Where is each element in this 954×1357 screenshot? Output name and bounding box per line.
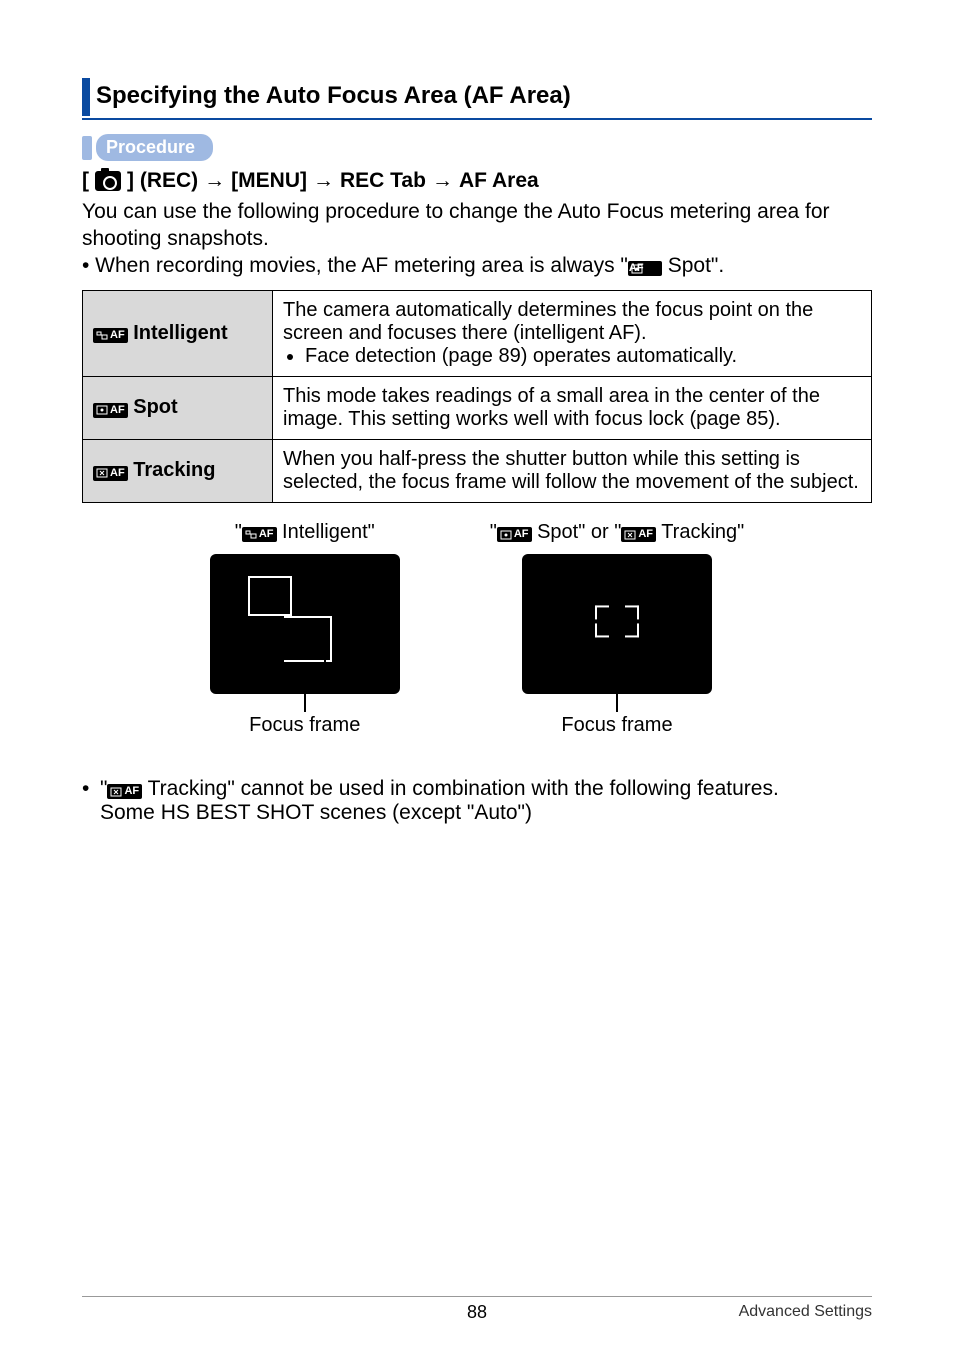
breadcrumb-step3: REC Tab	[340, 169, 426, 193]
preview-spot-screen	[522, 554, 712, 694]
breadcrumb-step1-suffix: ] (REC)	[127, 169, 198, 193]
camera-icon	[95, 171, 121, 191]
row-intelligent-label: AF Intelligent	[83, 290, 273, 376]
row-tracking-text: Tracking	[133, 459, 215, 481]
row-tracking-desc: When you half-press the shutter button w…	[273, 439, 872, 502]
focus-box-icon	[248, 576, 292, 616]
intro-bullet-pre: • When recording movies, the AF metering…	[82, 254, 628, 277]
table-row: AF Spot This mode takes readings of a sm…	[83, 376, 872, 439]
callout-line	[324, 658, 326, 666]
arrow-icon: →	[313, 169, 334, 193]
af-intelligent-icon: AF	[242, 527, 277, 542]
af-spot-icon: AF	[497, 527, 532, 542]
row-intelligent-desc-bullet: Face detection (page 89) operates automa…	[305, 345, 861, 368]
preview-right-mid: Spot" or "	[532, 521, 622, 543]
preview-caption: Focus frame	[210, 714, 400, 737]
footer-divider	[82, 1296, 872, 1297]
callout-line	[304, 664, 306, 712]
af-tracking-icon: AF	[93, 466, 128, 481]
section-title: Specifying the Auto Focus Area (AF Area)	[96, 78, 872, 116]
preview-left-post: Intelligent"	[277, 521, 375, 543]
focus-box-icon	[282, 616, 332, 662]
preview-right-post: Tracking"	[656, 521, 744, 543]
breadcrumb: [ ] (REC) → [MENU] → REC Tab → AF Area	[82, 169, 872, 193]
intro-text: You can use the following procedure to c…	[82, 199, 872, 253]
arrow-icon: →	[204, 169, 225, 193]
preview-left-pre: "	[235, 521, 242, 543]
arrow-icon: →	[432, 169, 453, 193]
breadcrumb-step2: [MENU]	[231, 169, 307, 193]
bullet-icon: •	[82, 777, 100, 825]
af-spot-icon: AF	[628, 261, 662, 276]
row-spot-label: AF Spot	[83, 376, 273, 439]
row-intelligent-text: Intelligent	[133, 322, 227, 344]
note-pre: "	[100, 777, 107, 800]
preview-intelligent-label: "AF Intelligent"	[210, 521, 400, 544]
table-row: AF Intelligent The camera automatically …	[83, 290, 872, 376]
footer-section-name: Advanced Settings	[739, 1303, 872, 1321]
preview-spot-label: "AF Spot" or "AF Tracking"	[490, 521, 745, 544]
intro-bullet-mid: Spot".	[662, 254, 724, 277]
procedure-label: Procedure	[96, 134, 213, 161]
intro-bullet: • When recording movies, the AF metering…	[82, 253, 872, 280]
note-post: Tracking" cannot be used in combination …	[142, 777, 779, 800]
preview-caption: Focus frame	[490, 714, 745, 737]
row-intelligent-desc-line: The camera automatically determines the …	[283, 299, 813, 344]
page-number: 88	[467, 1302, 487, 1323]
section-accent-bar	[82, 78, 90, 116]
row-spot-desc: This mode takes readings of a small area…	[273, 376, 872, 439]
page-footer: 88 Advanced Settings	[0, 1296, 954, 1321]
table-row: AF Tracking When you half-press the shut…	[83, 439, 872, 502]
callout-line	[616, 644, 618, 712]
row-intelligent-desc: The camera automatically determines the …	[273, 290, 872, 376]
af-tracking-icon: AF	[107, 784, 142, 799]
note-line2: Some HS BEST SHOT scenes (except "Auto")	[100, 801, 532, 824]
callout-line	[282, 616, 284, 666]
note-block: • "AF Tracking" cannot be used in combin…	[82, 777, 872, 825]
af-tracking-icon: AF	[621, 527, 656, 542]
preview-spot-tracking: "AF Spot" or "AF Tracking" Focus frame	[490, 521, 745, 737]
preview-right-pre: "	[490, 521, 497, 543]
breadcrumb-step4: AF Area	[459, 169, 539, 193]
preview-intelligent-screen	[210, 554, 400, 694]
row-tracking-label: AF Tracking	[83, 439, 273, 502]
preview-intelligent: "AF Intelligent" Focus frame	[210, 521, 400, 737]
af-spot-icon: AF	[93, 403, 128, 418]
breadcrumb-step1-prefix: [	[82, 169, 89, 193]
af-intelligent-icon: AF	[93, 328, 128, 343]
focus-brackets-icon	[595, 605, 639, 637]
section-underline	[82, 118, 872, 120]
row-spot-text: Spot	[133, 396, 177, 418]
procedure-tick	[82, 136, 92, 160]
af-area-table: AF Intelligent The camera automatically …	[82, 290, 872, 503]
